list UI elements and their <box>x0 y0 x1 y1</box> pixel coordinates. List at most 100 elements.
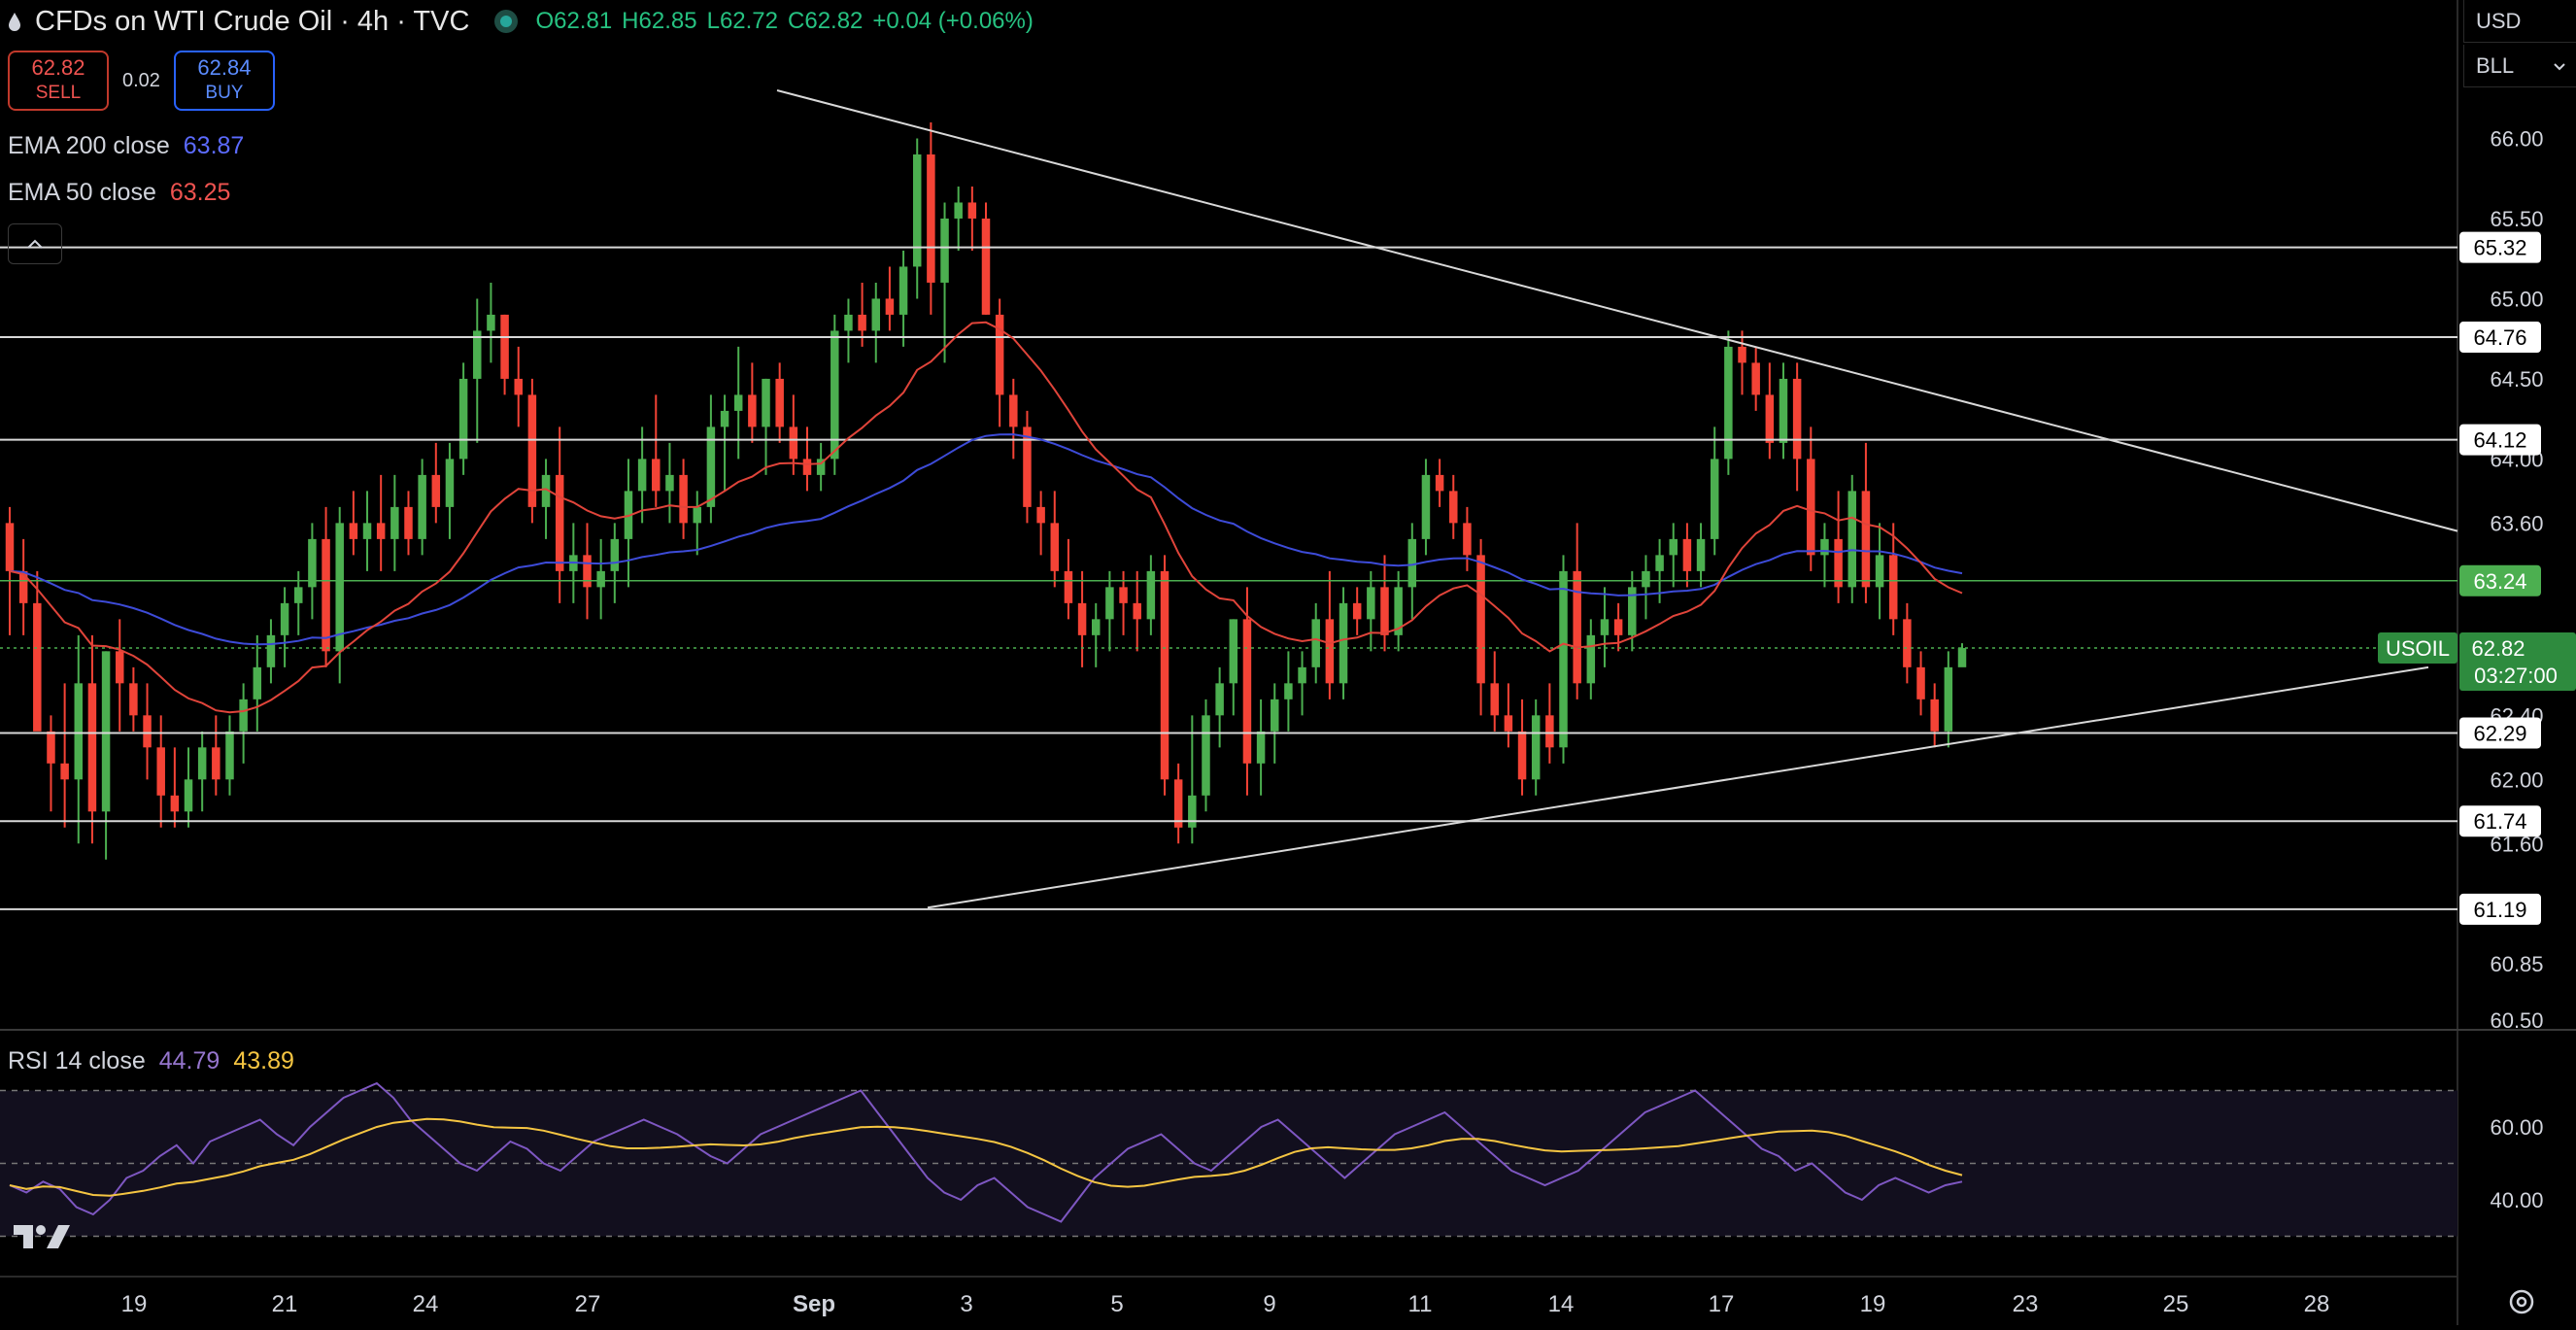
time-tick-label: 17 <box>1709 1291 1735 1317</box>
candle-body <box>1146 570 1156 620</box>
candle-body <box>33 602 42 732</box>
candle-body <box>1215 683 1224 716</box>
ema50-label: EMA 50 close <box>8 179 156 206</box>
candle-body <box>1256 731 1266 764</box>
level-price-label: 64.76 <box>2473 325 2526 350</box>
candle-body <box>1738 346 1746 363</box>
candle-body <box>280 602 289 635</box>
candle-body <box>500 314 509 379</box>
candle-body <box>555 474 564 571</box>
time-tick-label: Sep <box>793 1291 835 1317</box>
ema50-legend[interactable]: EMA 50 close 63.25 <box>8 179 230 207</box>
level-price-label: 64.12 <box>2473 428 2526 453</box>
time-tick-label: 27 <box>575 1291 601 1317</box>
chevron-up-icon <box>27 239 43 249</box>
time-tick-label: 21 <box>272 1291 298 1317</box>
rsi-ma-value: 43.89 <box>233 1047 294 1074</box>
spread-value: 0.02 <box>122 69 160 91</box>
candle-body <box>294 587 303 603</box>
symbol-header: CFDs on WTI Crude Oil · 4h · TVC O62.81 … <box>8 2 1034 41</box>
time-tick-label: 28 <box>2304 1291 2330 1317</box>
candle-body <box>253 666 262 699</box>
candle-body <box>60 763 69 780</box>
candle-body <box>1242 619 1252 764</box>
candle-body <box>197 747 207 780</box>
buy-price: 62.84 <box>197 55 252 80</box>
candle-body <box>1888 555 1898 620</box>
currency-select[interactable]: USD <box>2463 0 2576 43</box>
candle-body <box>610 538 620 571</box>
collapse-legend-button[interactable] <box>8 223 62 264</box>
candle-body <box>1642 570 1650 588</box>
candle-body <box>1903 619 1912 667</box>
candle-body <box>1449 491 1458 524</box>
time-tick-label: 11 <box>1408 1291 1433 1317</box>
sell-button[interactable]: 62.82 SELL <box>8 51 109 111</box>
candle-body <box>898 266 908 315</box>
candle-body <box>47 731 55 764</box>
price-tick-label: 65.50 <box>2490 207 2543 231</box>
candle-body <box>693 506 701 524</box>
chart-canvas[interactable]: 66.0065.5065.0064.5064.0063.6062.4062.00… <box>0 0 2576 1325</box>
candle-body <box>1077 602 1087 635</box>
unit-select[interactable]: BLL <box>2463 45 2576 87</box>
candle-body <box>1380 587 1389 635</box>
candle-body <box>376 523 386 539</box>
candle-body <box>87 683 97 812</box>
candle-body <box>212 747 220 780</box>
candle-body <box>101 651 111 812</box>
candle-body <box>1531 715 1541 780</box>
candle-body <box>789 426 798 460</box>
candle-body <box>1655 555 1664 571</box>
time-tick-label: 19 <box>1860 1291 1886 1317</box>
candle-body <box>458 378 468 460</box>
candle-body <box>1669 538 1678 556</box>
candle-body <box>74 683 84 780</box>
candle-body <box>1298 666 1306 684</box>
buy-label: BUY <box>205 83 244 103</box>
time-tick-label: 3 <box>960 1291 972 1317</box>
buy-button[interactable]: 62.84 BUY <box>173 51 275 111</box>
ema200-legend[interactable]: EMA 200 close 63.87 <box>8 132 244 160</box>
candle-body <box>954 202 963 219</box>
candle-body <box>1820 538 1829 556</box>
high-label: H <box>622 8 639 34</box>
level-price-label: 61.19 <box>2473 898 2526 922</box>
candle-body <box>679 474 688 524</box>
candle-body <box>1586 634 1596 684</box>
candle-body <box>981 218 991 315</box>
candle-body <box>1476 555 1485 684</box>
candle-body <box>596 570 605 588</box>
rsi-legend[interactable]: RSI 14 close 44.79 43.89 <box>8 1047 294 1075</box>
candle-body <box>940 218 949 283</box>
candle-body <box>445 459 455 507</box>
candle-body <box>418 474 426 539</box>
candle-body <box>1710 459 1719 539</box>
candle-body <box>129 683 138 716</box>
candle-body <box>1036 506 1045 524</box>
candle-body <box>967 202 977 219</box>
candle-body <box>1311 619 1320 667</box>
candle-body <box>1751 362 1760 395</box>
candle-body <box>665 474 674 492</box>
settings-gear-icon[interactable] <box>2504 1284 2539 1319</box>
candle-body <box>775 378 784 427</box>
symbol-title[interactable]: CFDs on WTI Crude Oil · 4h · TVC <box>35 6 469 38</box>
candle-body <box>266 634 276 667</box>
open-label: O <box>535 8 555 34</box>
price-tick-label: 65.00 <box>2490 287 2543 311</box>
candle-body <box>1407 538 1417 588</box>
level-price-label: 65.32 <box>2473 236 2526 260</box>
candle-body <box>733 394 743 411</box>
candle-body <box>748 394 757 427</box>
candle-body <box>239 699 248 732</box>
candle-body <box>335 523 344 652</box>
candle-body <box>1792 378 1802 460</box>
chevron-down-icon <box>2554 62 2565 70</box>
candle-body <box>1696 538 1706 571</box>
candle-body <box>1009 394 1018 427</box>
symbol-tag-text: USOIL <box>2386 636 2450 661</box>
candle-body <box>1325 619 1335 684</box>
chart-root: 66.00 65.50 65.00 64.50 64.00 63.60 62.40 62.00… <box>0 0 2576 1325</box>
ema200-value: 63.87 <box>183 132 245 159</box>
